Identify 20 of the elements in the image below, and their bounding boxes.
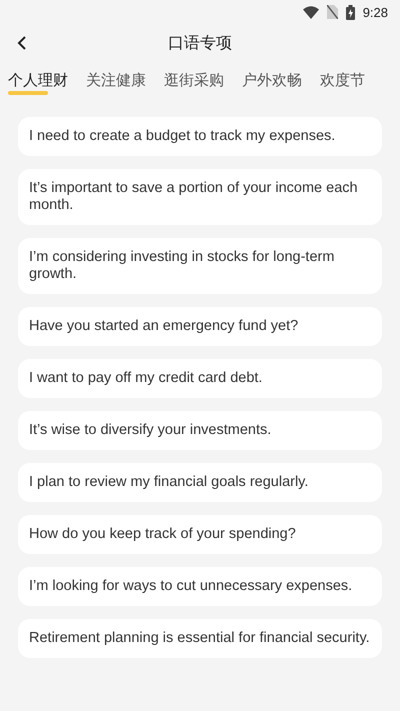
battery-icon	[346, 4, 355, 20]
sentence-card[interactable]: Retirement planning is essential for financial security.	[18, 619, 382, 658]
no-sim-icon	[326, 5, 338, 19]
category-tab[interactable]: 户外欢畅	[242, 66, 302, 96]
sentence-card[interactable]: It’s important to save a portion of your income each month.	[18, 169, 382, 225]
category-tab[interactable]: 关注健康	[86, 66, 146, 96]
page-title: 口语专项	[168, 32, 232, 54]
wifi-icon	[302, 6, 319, 18]
sentence-card[interactable]: I’m looking for ways to cut unnecessary expenses.	[18, 567, 382, 606]
sentence-card[interactable]: I plan to review my financial goals regularly.	[18, 463, 382, 502]
category-tab[interactable]: 逛街采购	[164, 66, 224, 96]
sentence-card[interactable]: I need to create a budget to track my expenses.	[18, 117, 382, 156]
status-time: 9:28	[362, 4, 388, 20]
sentence-card[interactable]: Have you started an emergency fund yet?	[18, 307, 382, 346]
category-tab[interactable]: 个人理财	[8, 66, 68, 96]
sentence-card[interactable]: I want to pay off my credit card debt.	[18, 359, 382, 398]
sentence-card[interactable]: How do you keep track of your spending?	[18, 515, 382, 554]
category-tab[interactable]: 欢度节	[320, 66, 365, 96]
sentence-card[interactable]: I’m considering investing in stocks for long-term growth.	[18, 238, 382, 294]
sentence-card[interactable]: It’s wise to diversify your investments.	[18, 411, 382, 450]
